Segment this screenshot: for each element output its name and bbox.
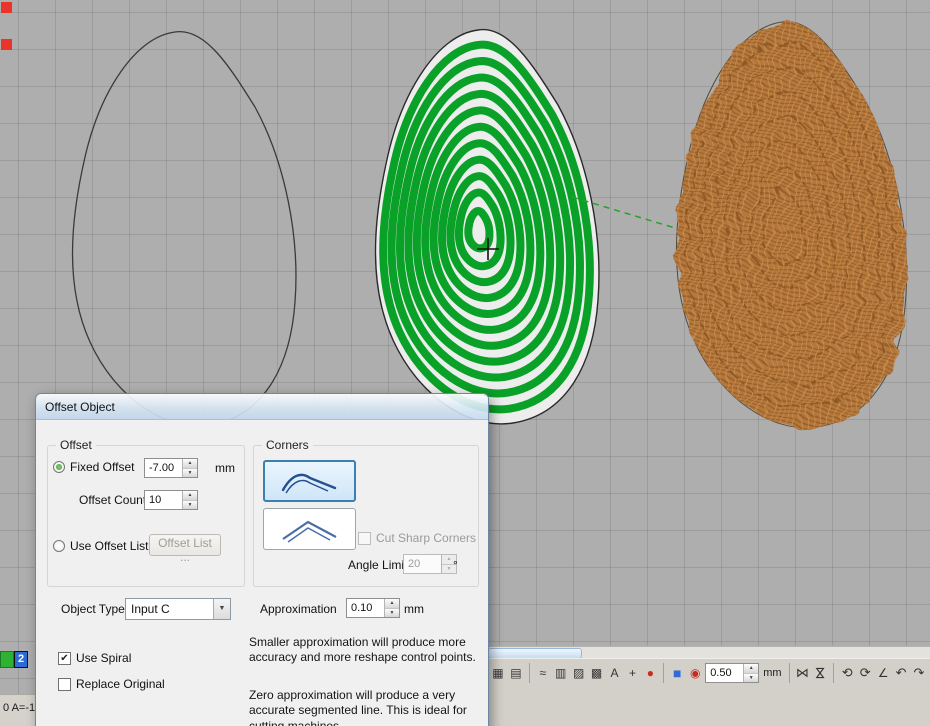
approximation-note-1: Smaller approximation will produce more … xyxy=(249,635,479,666)
fixed-offset-unit: mm xyxy=(215,461,235,475)
reshape-icon[interactable]: + xyxy=(625,664,641,682)
pattern-fill-icon[interactable]: ▩ xyxy=(589,664,605,682)
toolbar-separator xyxy=(663,663,664,683)
fixed-offset-label: Fixed Offset xyxy=(70,460,134,474)
stop-icon[interactable]: ● xyxy=(642,664,658,682)
rounded-corner-icon xyxy=(279,467,341,495)
spin-down-button[interactable]: ▼ xyxy=(744,674,758,683)
thread-color-icon[interactable]: ◉ xyxy=(687,664,703,682)
fixed-offset-radio[interactable] xyxy=(53,461,65,473)
offset-group-label: Offset xyxy=(56,438,96,452)
corner-style-sharp-button[interactable] xyxy=(263,508,356,550)
offset-list-button[interactable]: Offset List ... xyxy=(149,534,221,556)
chevron-down-icon[interactable]: ▼ xyxy=(213,599,230,619)
ruler-marker-icon xyxy=(1,2,12,13)
replace-original-row[interactable]: Replace Original xyxy=(58,677,165,691)
skew-icon[interactable]: ∠ xyxy=(875,664,891,682)
undo-icon[interactable]: ↶ xyxy=(893,664,909,682)
sharp-corner-icon xyxy=(279,515,341,543)
redo-icon[interactable]: ↷ xyxy=(911,664,927,682)
use-spiral-checkbox[interactable]: ✔ xyxy=(58,652,71,665)
cut-sharp-corners-checkbox[interactable] xyxy=(358,532,371,545)
bottom-toolbar: ▦ ▤ ≈ ▥ ▨ ▩ A + ● ■ ◉ 0.50 ▲ ▼ mm ⋈ ⋈ xyxy=(487,658,930,726)
fixed-offset-value[interactable]: -7.00 xyxy=(145,459,182,477)
stitch-width-value[interactable]: 0.50 xyxy=(706,664,743,682)
mirror-horizontal-icon[interactable]: ⋈ xyxy=(794,664,810,682)
spin-down-button[interactable]: ▼ xyxy=(183,501,197,510)
dialog-body: Offset Fixed Offset -7.00 ▲ ▼ mm Offset … xyxy=(36,420,488,726)
toolbar-separator xyxy=(789,663,790,683)
stitch-width-unit: mm xyxy=(761,667,783,679)
color-palette: 2 xyxy=(0,651,28,668)
offset-count-spinner[interactable]: 10 ▲ ▼ xyxy=(144,490,198,510)
fixed-offset-radio-row[interactable]: Fixed Offset xyxy=(53,460,134,474)
run-stitch-icon[interactable]: ≈ xyxy=(535,664,551,682)
offset-group: Offset Fixed Offset -7.00 ▲ ▼ mm Offset … xyxy=(47,445,245,587)
use-spiral-row[interactable]: ✔ Use Spiral xyxy=(58,651,131,665)
ruler-marker-icon xyxy=(1,39,12,50)
angle-limit-value[interactable]: 20 xyxy=(404,555,441,573)
color-chip-icon[interactable]: ■ xyxy=(669,664,685,682)
toolbar-separator xyxy=(529,663,530,683)
use-offset-list-radio[interactable] xyxy=(53,540,65,552)
fixed-offset-spinner[interactable]: -7.00 ▲ ▼ xyxy=(144,458,198,478)
corners-group-label: Corners xyxy=(262,438,313,452)
angle-limit-spinner[interactable]: 20 ▲ ▼ xyxy=(403,554,457,574)
satin-stitch-icon[interactable]: ▥ xyxy=(553,664,569,682)
palette-swatch-2[interactable]: 2 xyxy=(14,651,28,668)
corners-group: Corners Cut Sharp Corners xyxy=(253,445,479,587)
object-type-select[interactable]: Input C ▼ xyxy=(125,598,231,620)
angle-limit-label: Angle Limit xyxy=(348,558,407,572)
spin-down-button[interactable]: ▼ xyxy=(385,609,399,618)
offset-fill-shape[interactable] xyxy=(376,30,599,424)
use-offset-list-radio-row[interactable]: Use Offset List xyxy=(53,539,148,553)
offset-count-label: Offset Count xyxy=(79,493,146,507)
palette-swatch-1[interactable] xyxy=(0,651,14,668)
dialog-title: Offset Object xyxy=(45,400,115,414)
stitched-shape[interactable] xyxy=(676,22,906,428)
spin-up-button[interactable]: ▲ xyxy=(183,459,197,469)
object-type-value: Input C xyxy=(126,602,213,616)
object-type-label: Object Type xyxy=(61,602,125,616)
outline-mode-icon[interactable]: ▤ xyxy=(508,664,524,682)
rotate-ccw-icon[interactable]: ⟲ xyxy=(839,664,855,682)
corner-style-rounded-button[interactable] xyxy=(263,460,356,502)
approximation-note-2: Zero approximation will produce a very a… xyxy=(249,688,479,726)
spin-up-button[interactable]: ▲ xyxy=(385,599,399,609)
angle-limit-unit: ° xyxy=(453,558,458,572)
cut-sharp-corners-row[interactable]: Cut Sharp Corners xyxy=(358,531,476,545)
approximation-spinner[interactable]: 0.10 ▲ ▼ xyxy=(346,598,400,618)
mirror-vertical-icon[interactable]: ⋈ xyxy=(811,665,829,681)
spin-up-button[interactable]: ▲ xyxy=(183,491,197,501)
replace-original-checkbox[interactable] xyxy=(58,678,71,691)
app-window: ▦ ▤ ≈ ▥ ▨ ▩ A + ● ■ ◉ 0.50 ▲ ▼ mm ⋈ ⋈ xyxy=(0,0,930,726)
spin-down-button[interactable]: ▼ xyxy=(183,469,197,478)
stitch-width-spinner[interactable]: 0.50 ▲ ▼ xyxy=(705,663,759,683)
grid-icon[interactable]: ▦ xyxy=(490,664,506,682)
replace-original-label: Replace Original xyxy=(76,677,165,691)
approximation-value[interactable]: 0.10 xyxy=(347,599,384,617)
offset-object-dialog: Offset Object Offset Fixed Offset -7.00 … xyxy=(35,393,489,726)
use-spiral-label: Use Spiral xyxy=(76,651,131,665)
rotate-cw-icon[interactable]: ⟳ xyxy=(857,664,873,682)
spin-up-button[interactable]: ▲ xyxy=(744,664,758,674)
cut-sharp-corners-label: Cut Sharp Corners xyxy=(376,531,476,545)
outline-shape[interactable] xyxy=(73,32,296,426)
lettering-icon[interactable]: A xyxy=(607,664,623,682)
toolbar-separator xyxy=(833,663,834,683)
use-offset-list-label: Use Offset List xyxy=(70,539,148,553)
fill-stitch-icon[interactable]: ▨ xyxy=(571,664,587,682)
dialog-titlebar[interactable]: Offset Object xyxy=(36,394,488,420)
approximation-unit: mm xyxy=(404,602,424,616)
offset-count-value[interactable]: 10 xyxy=(145,491,182,509)
approximation-label: Approximation xyxy=(260,602,337,616)
